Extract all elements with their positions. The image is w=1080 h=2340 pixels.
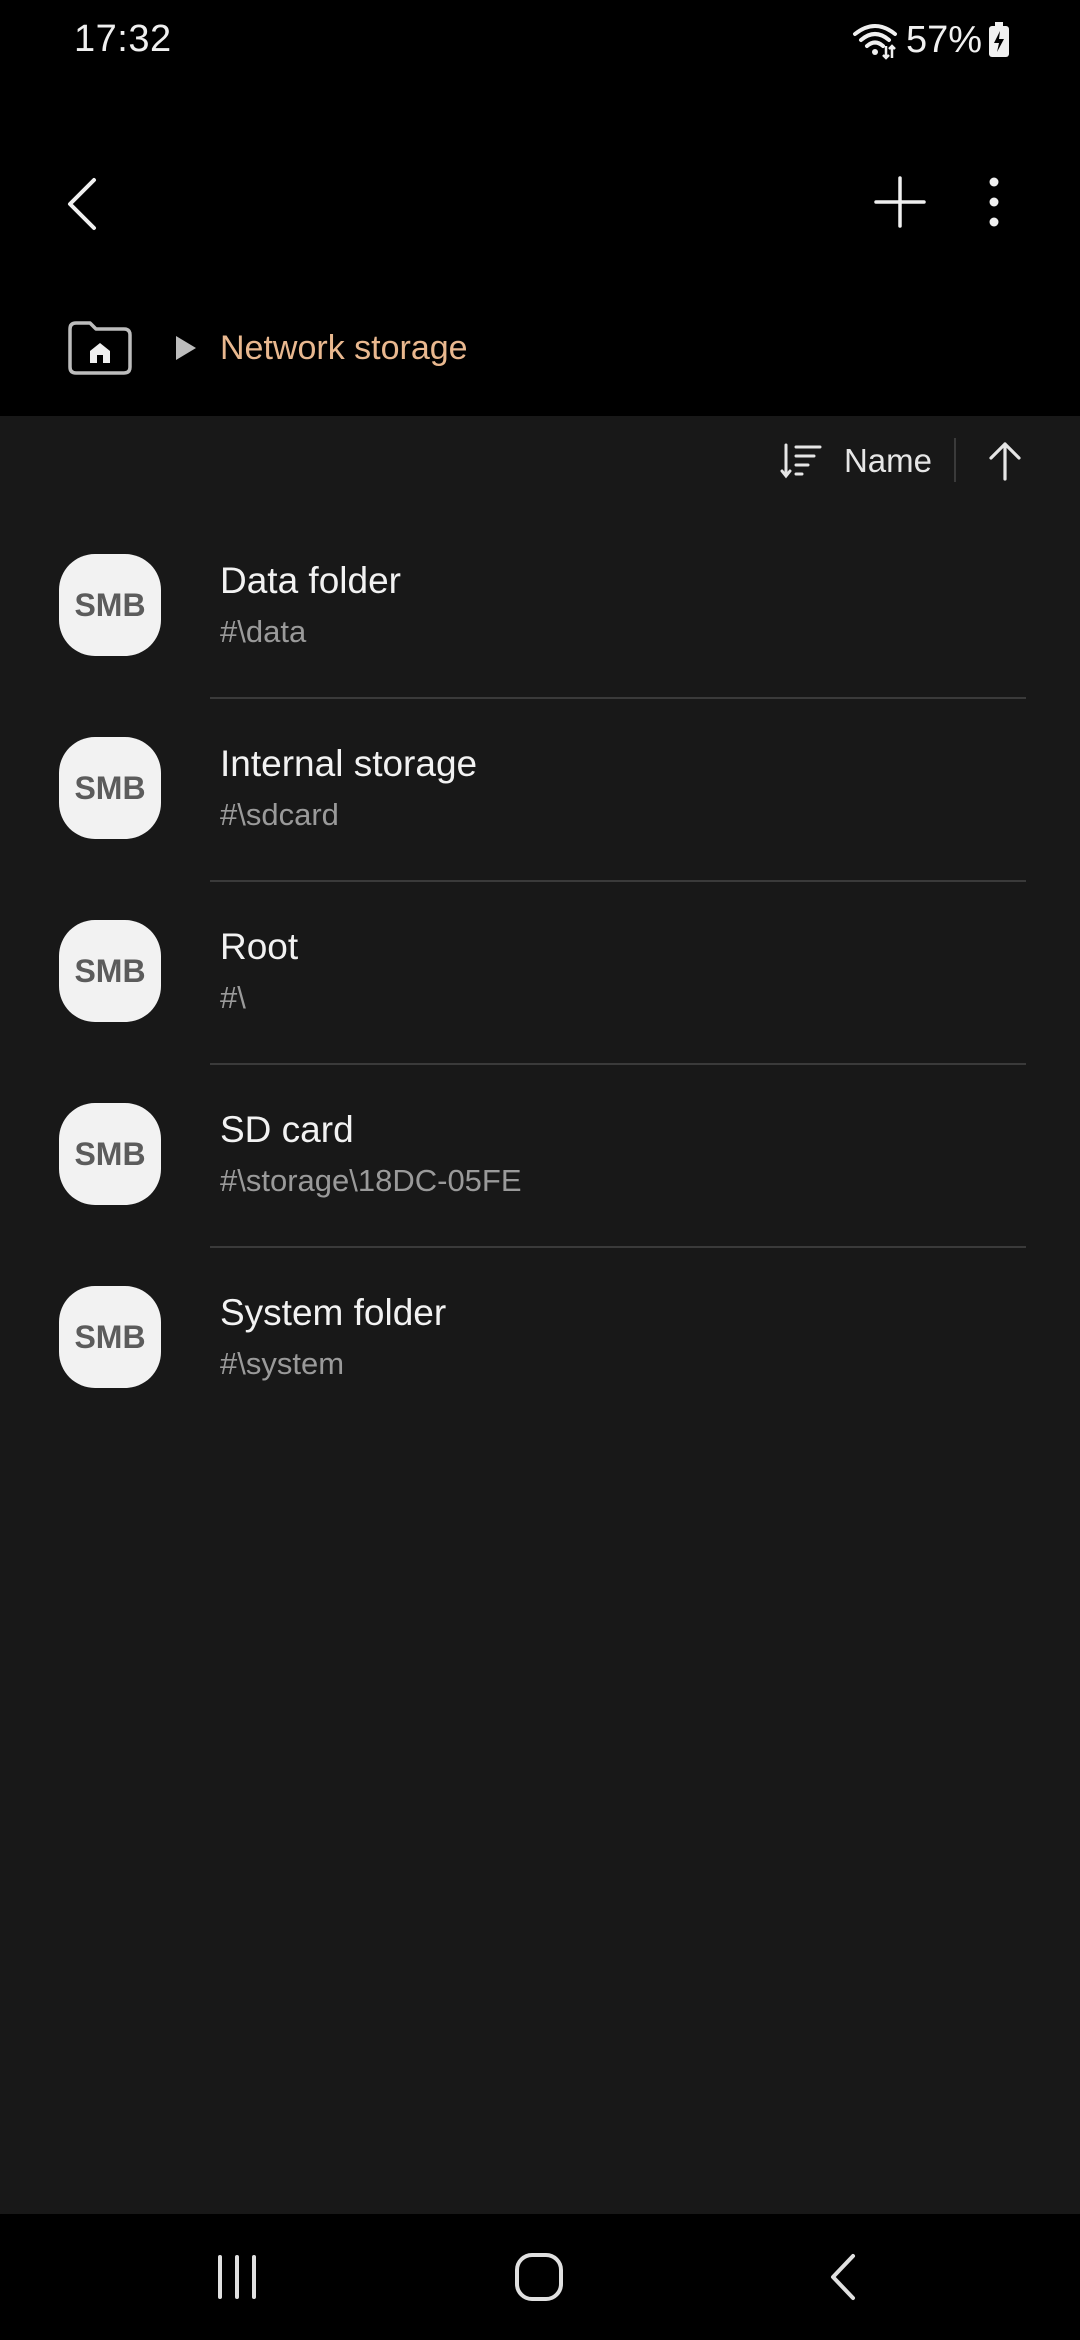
status-time: 17:32	[74, 18, 172, 60]
triangle-right-icon	[176, 336, 196, 360]
item-path: #\system	[220, 1346, 345, 1381]
item-title: System folder	[220, 1292, 447, 1333]
sort-divider	[954, 438, 956, 482]
item-title: Data folder	[220, 560, 401, 601]
list-item[interactable]: SMB Root #\	[0, 882, 1080, 1065]
item-path: #\data	[220, 614, 307, 649]
smb-badge: SMB	[59, 920, 161, 1022]
sort-icon	[780, 443, 822, 479]
status-bar: 17:32 57%	[0, 0, 1080, 80]
battery-charging-icon	[989, 22, 1009, 57]
content-area: Name SMB Data folder #\data SMB Internal…	[0, 416, 1080, 2214]
sort-direction-button[interactable]	[980, 436, 1030, 486]
home-folder-icon[interactable]	[66, 319, 134, 377]
list-item[interactable]: SMB Data folder #\data	[0, 516, 1080, 699]
plus-icon	[874, 176, 926, 228]
more-vert-icon	[989, 177, 999, 227]
item-path: #\	[220, 980, 246, 1015]
item-title: SD card	[220, 1109, 354, 1150]
navigation-bar	[0, 2214, 1080, 2340]
more-options-button[interactable]	[962, 170, 1026, 234]
back-button[interactable]	[50, 172, 114, 236]
storage-list: SMB Data folder #\data SMB Internal stor…	[0, 516, 1080, 1431]
item-title: Internal storage	[220, 743, 478, 784]
back-icon	[831, 2254, 855, 2300]
list-item[interactable]: SMB System folder #\system	[0, 1248, 1080, 1431]
item-path: #\storage\18DC-05FE	[220, 1163, 522, 1198]
add-button[interactable]	[868, 170, 932, 234]
home-button[interactable]	[504, 2242, 574, 2312]
breadcrumb: Network storage	[66, 316, 468, 380]
status-icons: 57%	[852, 14, 1010, 66]
list-item[interactable]: SMB SD card #\storage\18DC-05FE	[0, 1065, 1080, 1248]
sort-label: Name	[843, 442, 932, 479]
breadcrumb-current[interactable]: Network storage	[220, 329, 468, 368]
wifi-icon	[852, 24, 897, 60]
back-arrow-icon	[68, 178, 96, 230]
smb-badge: SMB	[59, 554, 161, 656]
recents-button[interactable]	[202, 2242, 272, 2312]
app-bar: Network storage	[0, 80, 1080, 420]
smb-badge: SMB	[59, 737, 161, 839]
smb-badge: SMB	[59, 1286, 161, 1388]
item-title: Root	[220, 926, 299, 967]
nav-back-button[interactable]	[808, 2242, 878, 2312]
home-icon	[515, 2253, 563, 2301]
item-path: #\sdcard	[220, 797, 339, 832]
sort-bar: Name	[0, 416, 1080, 506]
recents-icon	[218, 2255, 256, 2299]
list-item[interactable]: SMB Internal storage #\sdcard	[0, 699, 1080, 882]
smb-badge: SMB	[59, 1103, 161, 1205]
sort-by-button[interactable]: Name	[780, 434, 932, 488]
arrow-up-icon	[989, 442, 1021, 481]
battery-percentage: 57%	[905, 18, 982, 61]
